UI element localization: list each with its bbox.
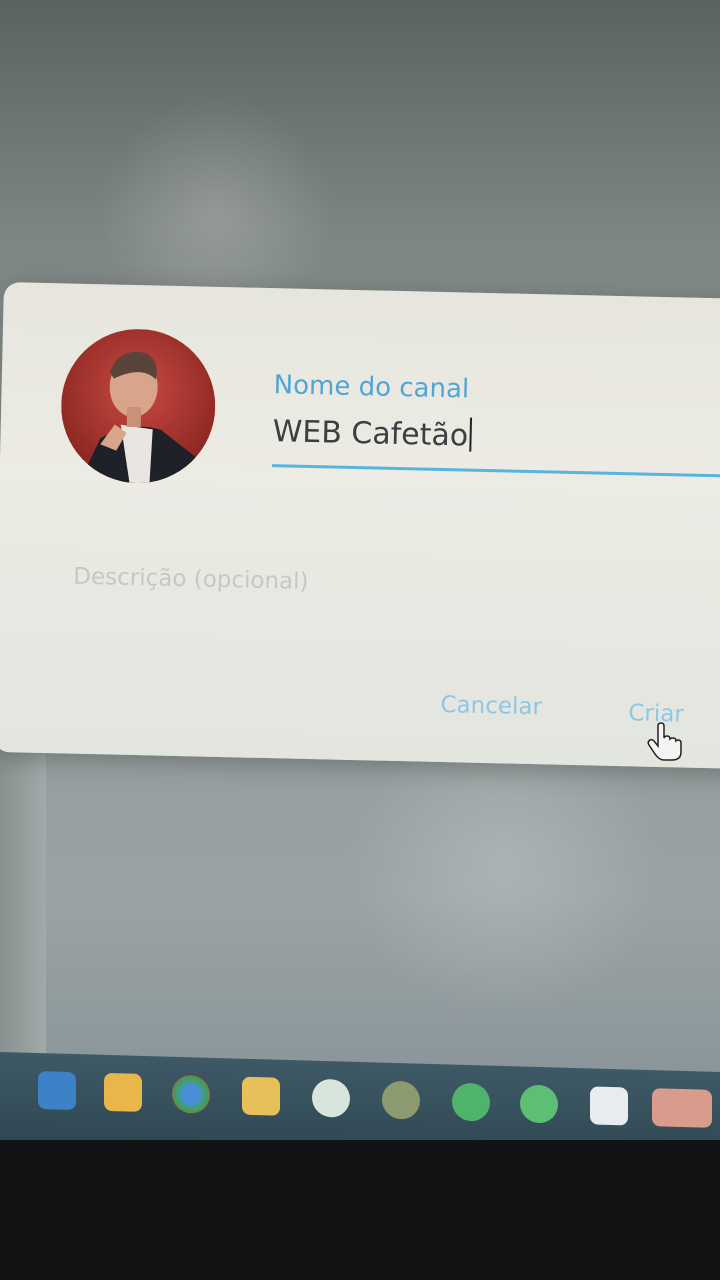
app-icon[interactable] [452,1082,490,1122]
hand-cursor-icon [647,722,682,761]
description-input[interactable]: Descrição (opcional) [73,564,309,595]
desktop-screen: Nome do canal WEB Cafetão Descrição (opc… [0,0,720,1280]
app-icon[interactable] [652,1088,712,1128]
file-explorer-icon[interactable] [104,1072,142,1112]
app-icon[interactable] [382,1080,420,1120]
avatar-photo [59,327,217,485]
channel-name-label: Nome do canal [273,370,470,405]
channel-name-input[interactable]: WEB Cafetão [271,412,720,479]
mail-icon[interactable] [590,1086,628,1126]
briefcase-icon[interactable] [242,1076,280,1116]
channel-name-value: WEB Cafetão [272,414,469,454]
chrome-icon[interactable] [172,1074,210,1114]
windows-store-icon[interactable] [38,1071,76,1111]
text-caret [468,417,472,452]
monitor-bezel [0,1140,720,1280]
new-channel-dialog: Nome do canal WEB Cafetão Descrição (opc… [0,282,720,770]
whatsapp-icon[interactable] [312,1078,350,1118]
channel-avatar[interactable] [59,327,217,485]
cancel-button[interactable]: Cancelar [440,692,542,720]
app-icon[interactable] [520,1084,558,1124]
